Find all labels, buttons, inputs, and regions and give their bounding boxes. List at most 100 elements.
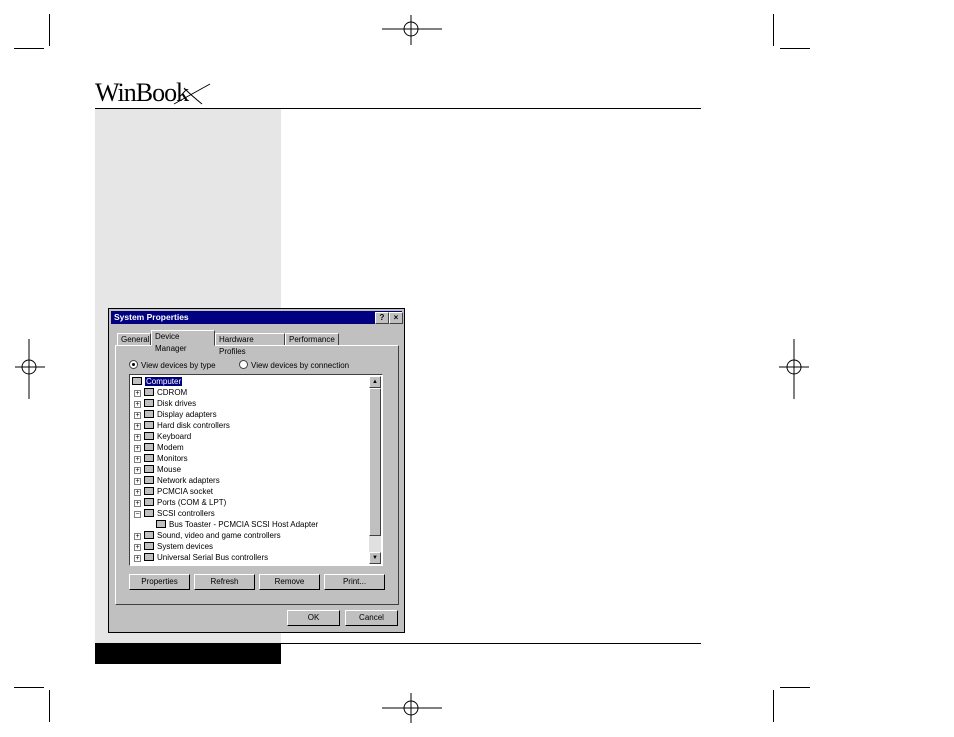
crop-mark [14,48,44,49]
crop-mark [49,690,50,722]
tree-item[interactable]: + Mouse [134,464,181,475]
crop-mark [773,690,774,722]
expand-icon[interactable]: + [134,434,141,441]
crop-mark [780,687,810,688]
network-adapter-icon [144,476,154,484]
scsi-controller-icon [144,509,154,517]
close-button[interactable]: × [389,312,403,324]
title-bar[interactable]: System Properties [111,311,402,324]
expand-icon[interactable]: + [134,489,141,496]
modem-icon [144,443,154,451]
disk-drive-icon [144,399,154,407]
expand-icon[interactable]: + [134,423,141,430]
tree-item[interactable]: + Universal Serial Bus controllers [134,552,268,563]
expand-icon[interactable]: + [134,533,141,540]
tree-item-label: Sound, video and game controllers [157,531,281,540]
tree-item[interactable]: + Disk drives [134,398,196,409]
radio-view-by-connection[interactable]: View devices by connection [239,360,349,370]
expand-icon[interactable]: + [134,445,141,452]
scroll-thumb[interactable] [369,388,381,536]
tree-item[interactable]: + CDROM [134,387,187,398]
registration-mark-icon [15,339,45,399]
tree-item-label: PCMCIA socket [157,487,214,496]
tree-item-label: Universal Serial Bus controllers [157,553,269,562]
dialog-title: System Properties [114,312,189,322]
tree-item-label: Bus Toaster - PCMCIA SCSI Host Adapter [169,520,319,529]
cdrom-icon [144,388,154,396]
tree-item[interactable]: + Display adapters [134,409,217,420]
system-properties-dialog: System Properties ? × General Device Man… [108,308,405,633]
tree-item-label: Modem [157,443,184,452]
expand-icon[interactable]: + [134,467,141,474]
crop-mark [14,687,44,688]
expand-icon[interactable]: + [134,412,141,419]
tree-item-label: System devices [157,542,214,551]
tree-item-label: Display adapters [157,410,217,419]
tree-item-label: Keyboard [157,432,192,441]
remove-button[interactable]: Remove [259,574,320,590]
tree-item[interactable]: + Modem [134,442,184,453]
registration-mark-icon [779,339,809,399]
hard-disk-controller-icon [144,421,154,429]
expand-icon[interactable]: + [134,390,141,397]
pcmcia-socket-icon [144,487,154,495]
system-device-icon [144,542,154,550]
tree-item[interactable]: + Monitors [134,453,188,464]
cancel-button[interactable]: Cancel [345,610,398,626]
tree-item[interactable]: + PCMCIA socket [134,486,213,497]
ok-button[interactable]: OK [287,610,340,626]
port-icon [144,498,154,506]
scsi-adapter-icon [156,520,166,528]
display-adapter-icon [144,410,154,418]
tree-item-label: Computer [145,377,183,386]
vertical-scrollbar[interactable]: ▲ ▼ [369,376,381,564]
tree-item-label: Disk drives [157,399,197,408]
computer-icon [132,377,142,385]
logo-swoosh-icon [173,83,211,105]
device-tree[interactable]: Computer + CDROM + Disk drives + Display ad… [129,374,383,566]
tree-item-label: Monitors [157,454,188,463]
sound-controller-icon [144,531,154,539]
tree-item[interactable]: + System devices [134,541,213,552]
tree-item-child[interactable]: Bus Toaster - PCMCIA SCSI Host Adapter [156,519,318,530]
registration-mark-icon [382,693,442,723]
expand-icon[interactable]: + [134,478,141,485]
expand-icon[interactable]: + [134,500,141,507]
scroll-down-button[interactable]: ▼ [369,552,381,564]
tree-item-label: Mouse [157,465,182,474]
collapse-icon[interactable]: − [134,511,141,518]
crop-mark [773,14,774,46]
scroll-up-button[interactable]: ▲ [369,376,381,388]
tree-item[interactable]: + Sound, video and game controllers [134,530,281,541]
properties-button[interactable]: Properties [129,574,190,590]
tree-item-label: Hard disk controllers [157,421,230,430]
expand-icon[interactable]: + [134,544,141,551]
tree-item-computer[interactable]: Computer [132,376,183,387]
tree-item[interactable]: + Hard disk controllers [134,420,230,431]
tree-item[interactable]: + Keyboard [134,431,191,442]
tree-item-label: Network adapters [157,476,220,485]
radio-view-by-type[interactable]: View devices by type [129,360,216,370]
radio-label: View devices by connection [251,361,350,370]
tree-item[interactable]: − SCSI controllers [134,508,215,519]
print-button[interactable]: Print... [324,574,385,590]
tab-device-manager[interactable]: Device Manager [151,330,215,353]
tree-item-label: SCSI controllers [157,509,215,518]
refresh-button[interactable]: Refresh [194,574,255,590]
keyboard-icon [144,432,154,440]
registration-mark-icon [382,15,442,45]
tree-item-label: CDROM [157,388,188,397]
expand-icon[interactable]: + [134,401,141,408]
expand-icon[interactable]: + [134,555,141,562]
tree-item-label: Ports (COM & LPT) [157,498,227,507]
tree-item[interactable]: + Ports (COM & LPT) [134,497,226,508]
expand-icon[interactable]: + [134,456,141,463]
help-button[interactable]: ? [375,312,389,324]
tree-item[interactable]: + Network adapters [134,475,220,486]
mouse-icon [144,465,154,473]
footer-bar [95,643,281,664]
crop-mark [780,48,810,49]
radio-label: View devices by type [141,361,216,370]
usb-controller-icon [144,553,154,561]
monitor-icon [144,454,154,462]
